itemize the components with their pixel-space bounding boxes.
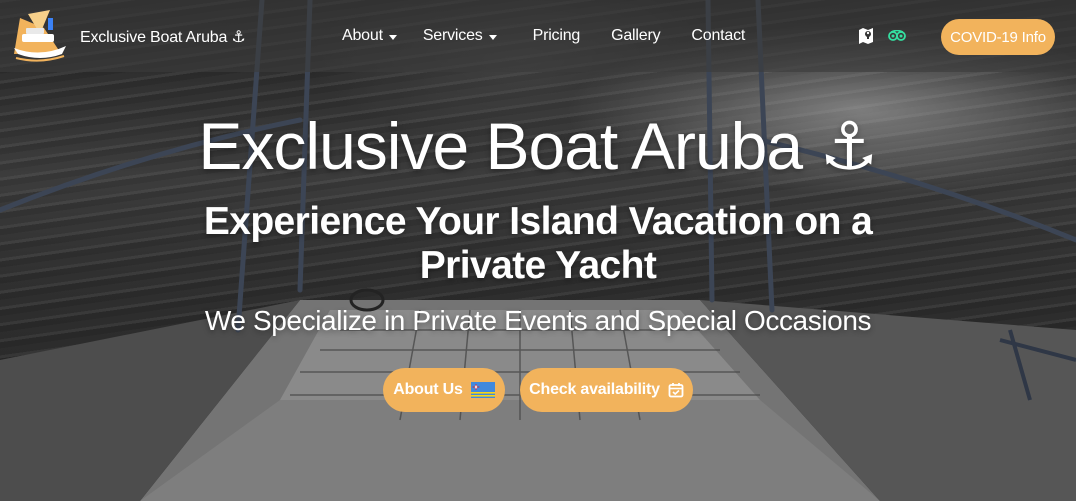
check-availability-button[interactable]: Check availability: [520, 368, 693, 412]
nav-item-label: Gallery: [611, 27, 661, 44]
about-us-button[interactable]: About Us: [383, 368, 505, 412]
nav-item-label: Contact: [691, 27, 746, 44]
nav-item-contact[interactable]: Contact: [691, 0, 745, 72]
nav-item-gallery[interactable]: Gallery: [611, 0, 660, 72]
caret-down-icon: [488, 34, 497, 40]
map-location-icon[interactable]: [858, 27, 874, 45]
main-menu: About Services Pricing Gallery Contact: [342, 0, 745, 72]
nav-item-about[interactable]: About: [342, 0, 397, 72]
calendar-check-icon: [668, 383, 684, 398]
nav-item-pricing[interactable]: Pricing: [533, 0, 581, 72]
aruba-flag-icon: [470, 382, 495, 398]
hero-subtitle: Experience Your Island Vacation on a Pri…: [203, 200, 873, 287]
yacht-logo-icon: [14, 10, 66, 62]
nav-item-label: Services: [422, 27, 483, 44]
brand-name: Exclusive Boat Aruba ⚓: [80, 29, 246, 46]
hero-title: Exclusive Boat Aruba ⚓: [198, 109, 878, 183]
nav-item-services[interactable]: Services: [423, 0, 497, 72]
button-label: About Us: [393, 381, 463, 398]
top-navbar: Exclusive Boat Aruba ⚓ About Services Pr…: [0, 0, 1076, 72]
hero-tagline: We Specialize in Private Events and Spec…: [204, 305, 872, 336]
caret-down-icon: [388, 34, 397, 40]
button-label: Check availability: [529, 381, 660, 398]
nav-icons: [858, 27, 906, 45]
brand[interactable]: Exclusive Boat Aruba ⚓: [10, 8, 246, 66]
nav-item-label: About: [342, 27, 383, 44]
tripadvisor-icon[interactable]: [888, 30, 906, 42]
covid-info-button[interactable]: COVID-19 Info: [941, 19, 1055, 55]
nav-item-label: Pricing: [532, 27, 581, 44]
